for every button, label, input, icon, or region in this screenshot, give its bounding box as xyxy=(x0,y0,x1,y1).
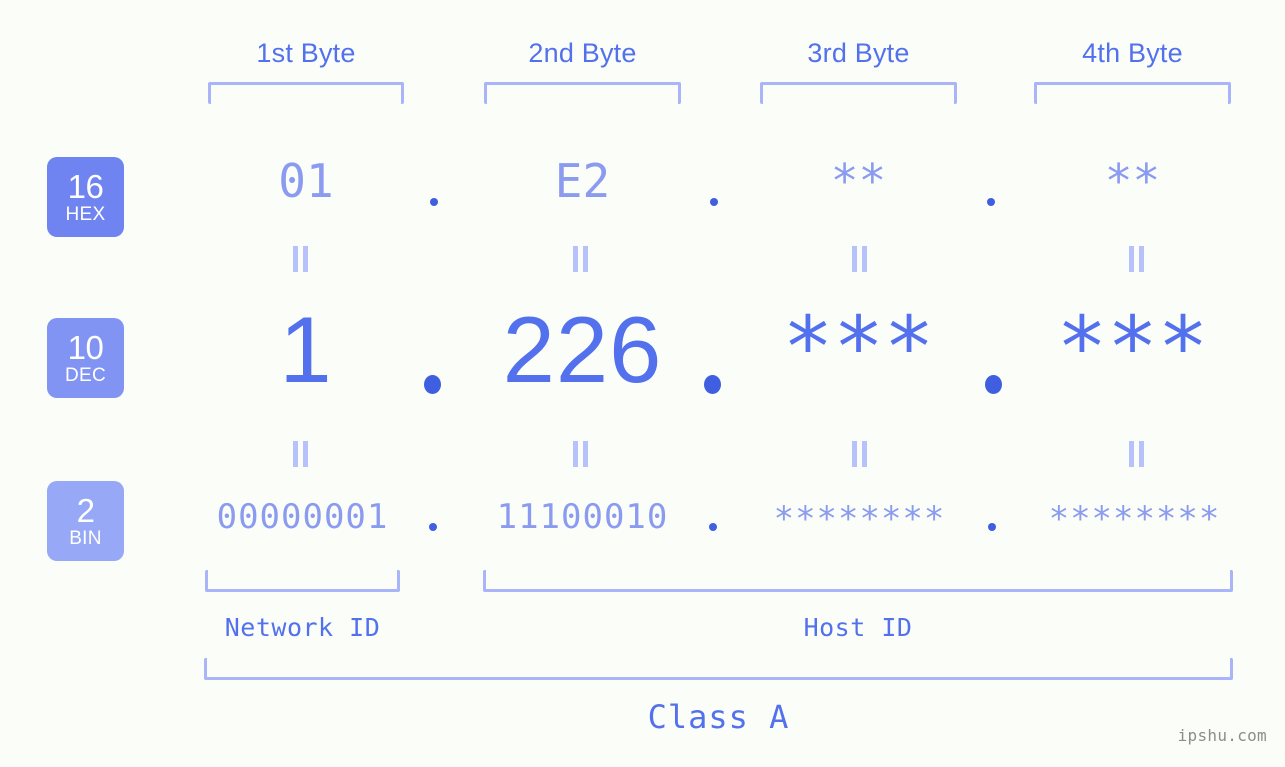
base-badge-bin: 2 BIN xyxy=(47,481,124,561)
dec-byte-1: 1 xyxy=(279,297,333,402)
byte-header-4: 4th Byte xyxy=(1082,38,1183,68)
equals-mark-dec-bin-1 xyxy=(292,441,309,467)
network-id-bracket xyxy=(205,570,400,592)
equals-mark-hex-dec-4 xyxy=(1128,246,1145,272)
base-badge-dec-abbr: DEC xyxy=(64,365,106,386)
hex-byte-2: E2 xyxy=(554,154,611,208)
site-watermark: ipshu.com xyxy=(1177,726,1267,745)
base-badge-hex-number: 16 xyxy=(67,168,104,205)
byte-bracket-2 xyxy=(484,82,681,104)
bin-dot-3 xyxy=(988,523,996,531)
byte-header-1: 1st Byte xyxy=(256,38,356,68)
base-badge-hex: 16 HEX xyxy=(47,157,124,237)
base-badge-hex-abbr: HEX xyxy=(65,204,106,225)
hex-dot-1 xyxy=(430,198,438,206)
hex-byte-1: 01 xyxy=(278,154,334,208)
hex-byte-3: ** xyxy=(830,154,887,208)
hex-byte-4: ** xyxy=(1104,154,1161,208)
dec-byte-4: *** xyxy=(1056,298,1209,396)
bin-dot-1 xyxy=(429,523,437,531)
base-badge-bin-number: 2 xyxy=(76,492,95,529)
byte-bracket-1 xyxy=(208,82,404,104)
bin-byte-1: 00000001 xyxy=(216,497,389,537)
network-id-label: Network ID xyxy=(224,613,381,642)
dec-dot-3 xyxy=(985,375,1002,394)
bin-byte-4: ******** xyxy=(1048,499,1221,539)
base-badge-dec-number: 10 xyxy=(67,329,104,366)
equals-mark-dec-bin-3 xyxy=(851,441,868,467)
bin-byte-3: ******** xyxy=(773,499,946,539)
hex-dot-3 xyxy=(987,198,995,206)
base-badge-bin-abbr: BIN xyxy=(69,528,102,549)
class-bracket xyxy=(204,658,1233,680)
bin-dot-2 xyxy=(709,523,717,531)
host-id-label: Host ID xyxy=(803,613,913,642)
dec-byte-2: 226 xyxy=(502,297,663,402)
equals-mark-dec-bin-4 xyxy=(1128,441,1145,467)
dec-byte-3: *** xyxy=(782,298,935,396)
host-id-bracket xyxy=(483,570,1233,592)
base-badge-dec: 10 DEC xyxy=(47,318,124,398)
bin-byte-2: 11100010 xyxy=(496,497,669,537)
byte-bracket-3 xyxy=(760,82,957,104)
byte-header-2: 2nd Byte xyxy=(528,38,637,68)
equals-mark-dec-bin-2 xyxy=(572,441,589,467)
equals-mark-hex-dec-2 xyxy=(572,246,589,272)
equals-mark-hex-dec-3 xyxy=(851,246,868,272)
hex-dot-2 xyxy=(710,198,718,206)
byte-header-3: 3rd Byte xyxy=(807,38,910,68)
ip-address-breakdown-diagram: 1st Byte 2nd Byte 3rd Byte 4th Byte 16 H… xyxy=(0,0,1285,767)
class-label: Class A xyxy=(647,698,790,736)
dec-dot-2 xyxy=(704,375,721,394)
dec-dot-1 xyxy=(424,375,441,394)
equals-mark-hex-dec-1 xyxy=(292,246,309,272)
byte-bracket-4 xyxy=(1034,82,1231,104)
